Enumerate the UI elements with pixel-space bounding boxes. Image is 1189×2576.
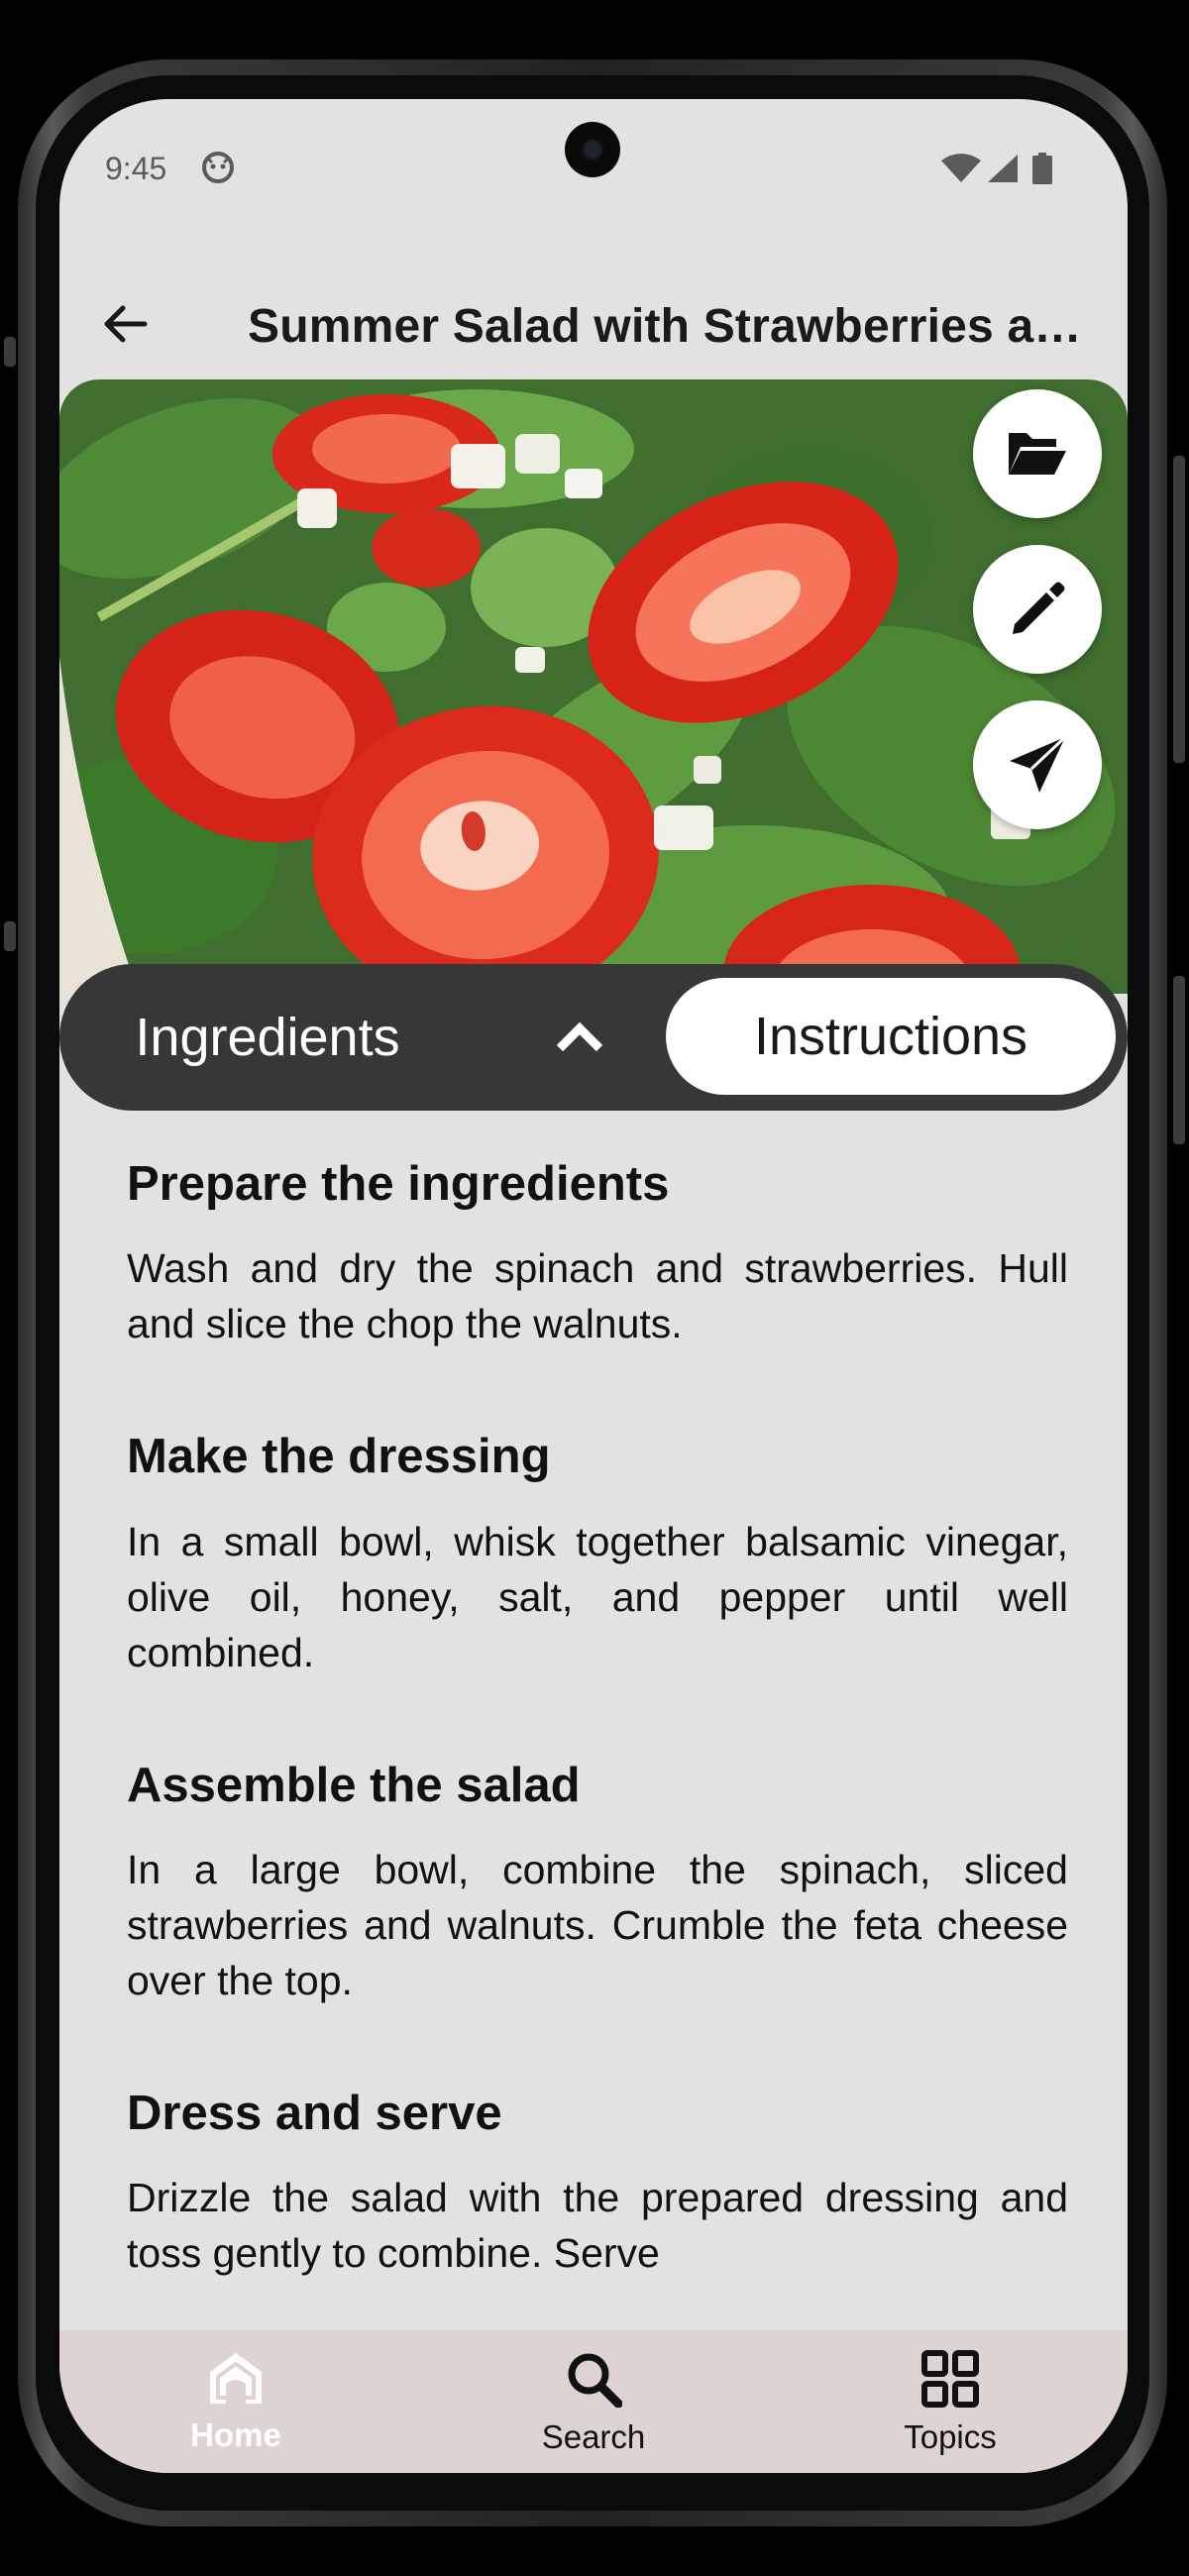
screen: 9:45 Summer Salad with Strawberries and … (59, 99, 1128, 2473)
edit-recipe-button[interactable] (973, 545, 1102, 674)
nav-topics[interactable]: Topics (851, 2350, 1049, 2459)
status-time: 9:45 (105, 151, 167, 186)
status-bar: 9:45 (59, 99, 1128, 218)
android-face-icon (200, 149, 236, 189)
bottom-navigation: Home Search Topics (59, 2330, 1128, 2473)
step-title: Make the dressing (127, 1430, 551, 1484)
app-bar: Summer Salad with Strawberries and Spina… (59, 277, 1128, 376)
step-title: Prepare the ingredients (127, 1157, 670, 1211)
camera-cutout (565, 122, 620, 177)
step-text: Drizzle the salad with the prepared dres… (127, 2175, 1068, 2276)
collapse-image-button[interactable] (545, 1004, 614, 1073)
cellular-signal-icon (986, 153, 1020, 189)
step-text: In a small bowl, whisk together balsamic… (127, 1518, 1068, 1675)
grid-icon (921, 2350, 979, 2413)
nav-search[interactable]: Search (494, 2350, 693, 2459)
nav-label: Topics (904, 2418, 997, 2455)
instruction-step: Assemble the salad In a large bowl, comb… (127, 1736, 1068, 2008)
step-text: In a large bowl, combine the spinach, sl… (127, 1846, 1068, 2003)
pencil-icon (1009, 581, 1066, 638)
save-to-folder-button[interactable] (973, 389, 1102, 518)
send-icon (1008, 735, 1067, 795)
battery-icon (1032, 153, 1052, 189)
tab-instructions[interactable]: Instructions (666, 978, 1116, 1095)
home-icon (206, 2350, 266, 2411)
tab-ingredients[interactable]: Ingredients (119, 992, 416, 1083)
chevron-up-icon (556, 1020, 603, 1057)
arrow-left-icon (103, 304, 149, 349)
instruction-step: Prepare the ingredients Wash and dry the… (127, 1134, 1068, 1351)
wifi-icon (941, 153, 981, 189)
instruction-step: Dress and serve Drizzle the salad with t… (127, 2064, 1068, 2281)
folder-open-icon (1007, 429, 1068, 479)
power-button (1173, 976, 1185, 1144)
nav-label: Search (541, 2418, 646, 2455)
step-title: Dress and serve (127, 2086, 502, 2140)
side-notch (4, 921, 16, 951)
nav-label: Home (190, 2416, 281, 2453)
step-title: Assemble the salad (127, 1758, 581, 1812)
instructions-list[interactable]: Prepare the ingredients Wash and dry the… (127, 1134, 1068, 2373)
recipe-tab-switcher: Ingredients Instructions (59, 964, 1128, 1111)
recipe-hero-image (59, 379, 1128, 994)
search-icon (565, 2350, 623, 2413)
back-button[interactable] (91, 291, 161, 361)
step-text: Wash and dry the spinach and strawberrie… (127, 1245, 1068, 1347)
page-title: Summer Salad with Strawberries and Spina… (248, 300, 1100, 353)
share-recipe-button[interactable] (973, 700, 1102, 829)
nav-home[interactable]: Home (137, 2350, 335, 2459)
volume-button (1173, 456, 1185, 763)
side-notch (4, 337, 16, 367)
instruction-step: Make the dressing In a small bowl, whisk… (127, 1407, 1068, 1679)
